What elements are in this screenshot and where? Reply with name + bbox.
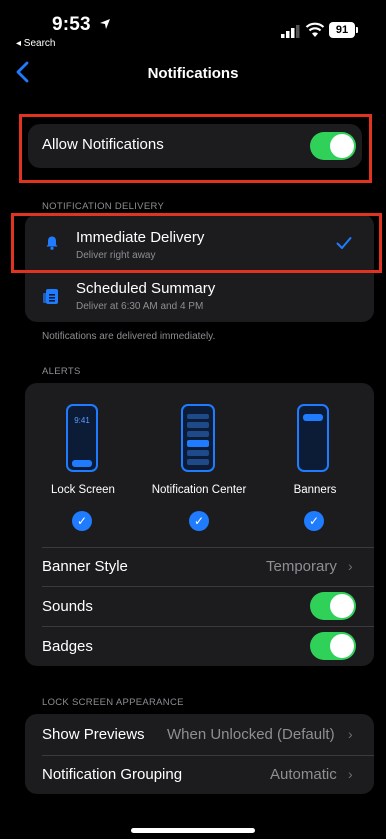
cellular-signal-icon [281,25,300,38]
banner-bar [303,414,323,421]
delivery-section-header: NOTIFICATION DELIVERY [42,201,165,212]
checkmark-circle-icon: ✓ [304,511,324,531]
nc-bar [187,450,209,456]
divider [42,586,374,587]
location-arrow-icon [100,19,111,29]
alert-style-banners[interactable]: Banners ✓ [280,400,350,534]
notification-grouping-label: Notification Grouping [42,766,183,783]
back-to-search-link[interactable]: ◂ Search [16,38,55,49]
show-previews-label: Show Previews [42,726,145,743]
show-previews-row[interactable]: Show Previews When Unlocked (Default) › [25,716,374,754]
nc-bar [187,414,209,419]
delivery-option-scheduled[interactable]: Scheduled Summary Deliver at 6:30 AM and… [25,272,374,322]
alert-style-lock-screen[interactable]: 9:41 Lock Screen ✓ [40,400,126,534]
nc-bar [187,459,209,465]
delivery-footer-note: Notifications are delivered immediately. [42,331,216,342]
allow-notifications-highlight [19,114,372,183]
sounds-toggle[interactable] [310,592,356,620]
chevron-right-icon: › [348,558,353,574]
nc-bar [187,431,209,437]
wifi-icon [305,22,325,37]
alert-style-notification-center[interactable]: Notification Center ✓ [140,400,258,534]
banner-style-label: Banner Style [42,558,128,575]
banner-style-row[interactable]: Banner Style Temporary › [25,548,374,586]
page-title: Notifications [147,65,239,82]
delivery-option-subtitle: Deliver at 6:30 AM and 4 PM [76,301,204,312]
notification-grouping-row[interactable]: Notification Grouping Automatic › [25,756,374,794]
battery-indicator: 91 [329,22,358,38]
banners-phone-icon [297,404,329,472]
banner-style-value: Temporary [266,558,337,575]
lock-screen-notification-bar [72,460,92,467]
home-indicator[interactable] [131,828,255,833]
alert-style-label: Lock Screen [51,484,115,496]
status-time: 9:53 [52,14,111,36]
notification-center-phone-icon [181,404,215,472]
show-previews-value: When Unlocked (Default) [167,726,335,743]
lock-screen-section-header: LOCK SCREEN APPEARANCE [42,697,184,708]
alerts-section-header: ALERTS [42,366,81,377]
checkmark-circle-icon: ✓ [189,511,209,531]
alert-style-label: Banners [293,484,337,496]
chevron-right-icon: › [348,766,353,782]
nc-bar-active [187,440,209,447]
lock-screen-time: 9:41 [74,416,90,425]
immediate-delivery-highlight [11,213,382,273]
badges-toggle[interactable] [310,632,356,660]
chevron-right-icon: › [348,726,353,742]
delivery-option-title: Scheduled Summary [76,280,216,297]
badges-label: Badges [42,638,93,655]
lock-screen-phone-icon: 9:41 [66,404,98,472]
divider [42,626,374,627]
scheduled-summary-icon [43,289,58,304]
nc-bar [187,422,209,428]
alert-style-label: Notification Center [151,484,247,496]
checkmark-circle-icon: ✓ [72,511,92,531]
sounds-label: Sounds [42,598,93,615]
notification-grouping-value: Automatic [270,766,337,783]
